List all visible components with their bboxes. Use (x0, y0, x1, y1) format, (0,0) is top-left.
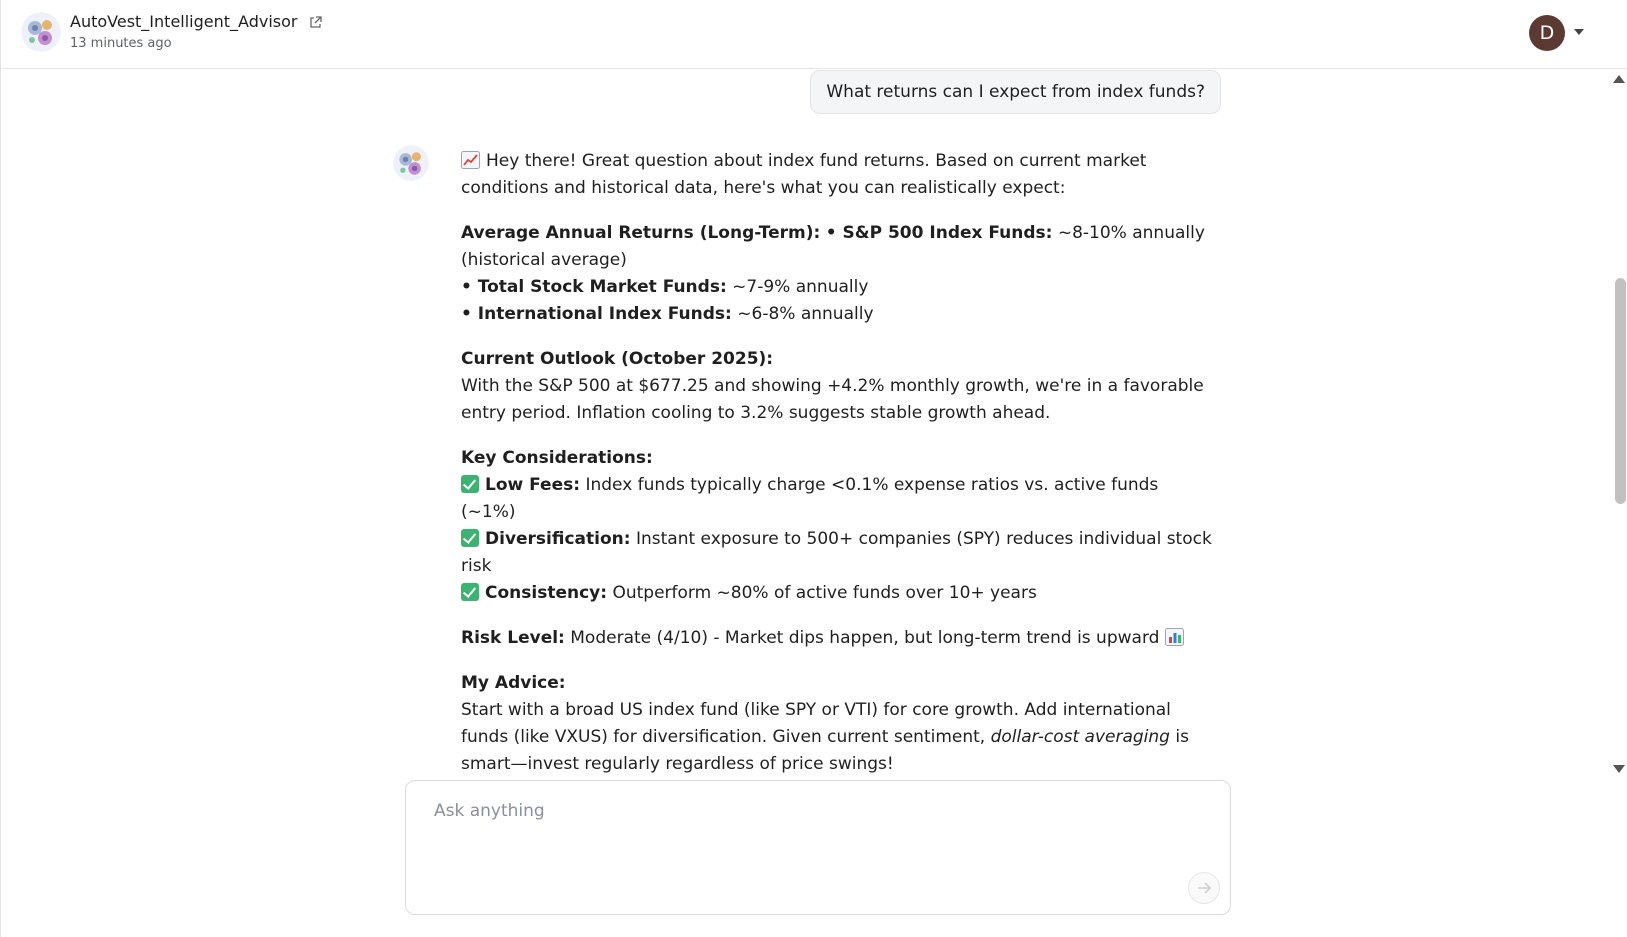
scroll-up-arrow-icon[interactable] (1613, 75, 1625, 83)
outlook-heading: Current Outlook (October 2025): (461, 349, 774, 369)
external-link-icon[interactable] (309, 16, 322, 29)
considerations-heading: Key Considerations: (461, 448, 653, 468)
advice-heading: My Advice: (461, 673, 566, 693)
returns-heading: Average Annual Returns (Long-Term): (461, 223, 821, 243)
consistency-label: Consistency: (485, 583, 608, 603)
consistency-line: Consistency: Outperform ~80% of active f… (461, 580, 1213, 607)
user-message-bubble: What returns can I expect from index fun… (810, 70, 1221, 114)
advice-section: My Advice: Start with a broad US index f… (461, 670, 1213, 778)
considerations-section: Key Considerations: Low Fees: Index fund… (461, 445, 1213, 607)
check-mark-icon (461, 529, 479, 547)
user-avatar[interactable]: D (1529, 15, 1565, 51)
advice-italic: dollar-cost averaging (990, 727, 1170, 747)
total-market-label: • Total Stock Market Funds: (461, 277, 727, 297)
message-timestamp: 13 minutes ago (70, 36, 172, 51)
chat-header: AutoVest_Intelligent_Advisor 13 minutes … (1, 0, 1627, 69)
outlook-text: With the S&P 500 at $677.25 and showing … (461, 376, 1204, 423)
consistency-text: Outperform ~80% of active funds over 10+… (612, 583, 1037, 603)
returns-section: Average Annual Returns (Long-Term): • S&… (461, 220, 1213, 328)
chevron-down-icon[interactable] (1574, 29, 1584, 35)
diversification-line: Diversification: Instant exposure to 500… (461, 526, 1213, 580)
sp500-label: • S&P 500 Index Funds: (825, 223, 1053, 243)
total-market-line: • Total Stock Market Funds: ~7-9% annual… (461, 274, 1213, 301)
arrow-right-icon (1198, 882, 1212, 894)
agent-avatar (21, 12, 61, 52)
outlook-section: Current Outlook (October 2025): With the… (461, 346, 1213, 427)
fees-label: Low Fees: (485, 475, 581, 495)
scroll-down-arrow-icon[interactable] (1613, 765, 1625, 773)
check-mark-icon (461, 583, 479, 601)
total-market-value: ~7-9% annually (732, 277, 869, 297)
international-value: ~6-8% annually (737, 304, 874, 324)
bar-chart-icon (1164, 628, 1184, 646)
scrollbar-thumb[interactable] (1615, 278, 1626, 504)
composer (405, 780, 1231, 915)
chart-increasing-icon (461, 151, 480, 169)
agent-name: AutoVest_Intelligent_Advisor (70, 12, 322, 31)
international-line: • International Index Funds: ~6-8% annua… (461, 301, 1213, 328)
risk-label: Risk Level: (461, 628, 565, 648)
assistant-avatar (393, 145, 429, 181)
chat-page: AutoVest_Intelligent_Advisor 13 minutes … (0, 0, 1627, 937)
chat-input[interactable] (432, 799, 1156, 863)
fees-line: Low Fees: Index funds typically charge <… (461, 472, 1213, 526)
diversification-label: Diversification: (485, 529, 631, 549)
risk-text: Moderate (4/10) - Market dips happen, bu… (570, 628, 1160, 648)
intro-text: Hey there! Great question about index fu… (461, 151, 1147, 198)
check-mark-icon (461, 475, 479, 493)
assistant-intro: Hey there! Great question about index fu… (461, 148, 1213, 202)
agent-name-text: AutoVest_Intelligent_Advisor (70, 12, 298, 31)
send-button[interactable] (1188, 872, 1220, 904)
international-label: • International Index Funds: (461, 304, 732, 324)
risk-section: Risk Level: Moderate (4/10) - Market dip… (461, 625, 1213, 652)
assistant-message: Hey there! Great question about index fu… (461, 148, 1213, 796)
